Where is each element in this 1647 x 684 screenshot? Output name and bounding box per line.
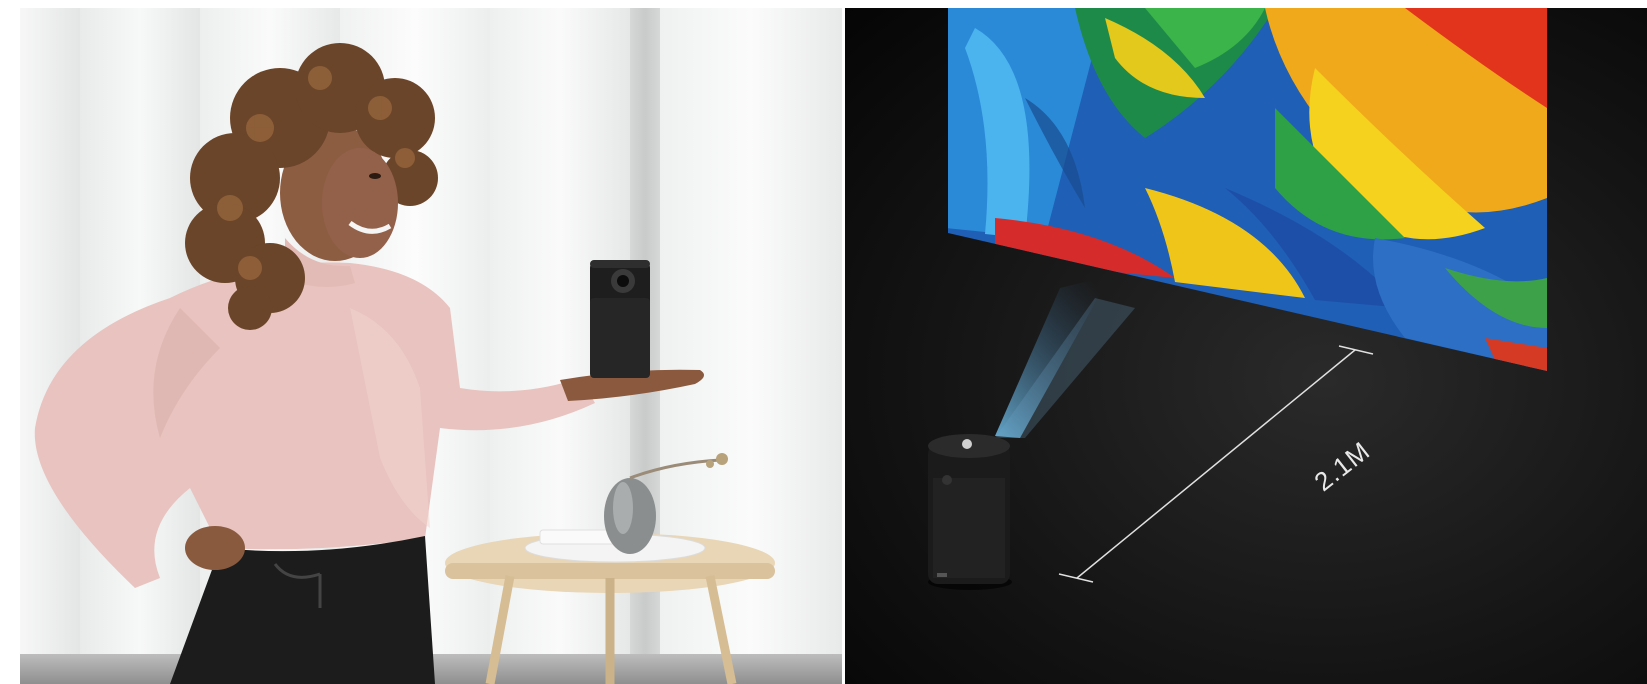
side-table <box>445 529 775 684</box>
projection-illustration <box>928 8 1547 590</box>
projector-device <box>928 434 1012 590</box>
projector-on-hand <box>590 260 650 378</box>
right-panel-projection-scene <box>845 8 1647 684</box>
product-photo-collage: 2.1M <box>0 0 1647 684</box>
woman-illustration <box>34 43 775 684</box>
projected-feather-image <box>948 8 1547 371</box>
left-panel-lifestyle-photo <box>20 8 842 684</box>
